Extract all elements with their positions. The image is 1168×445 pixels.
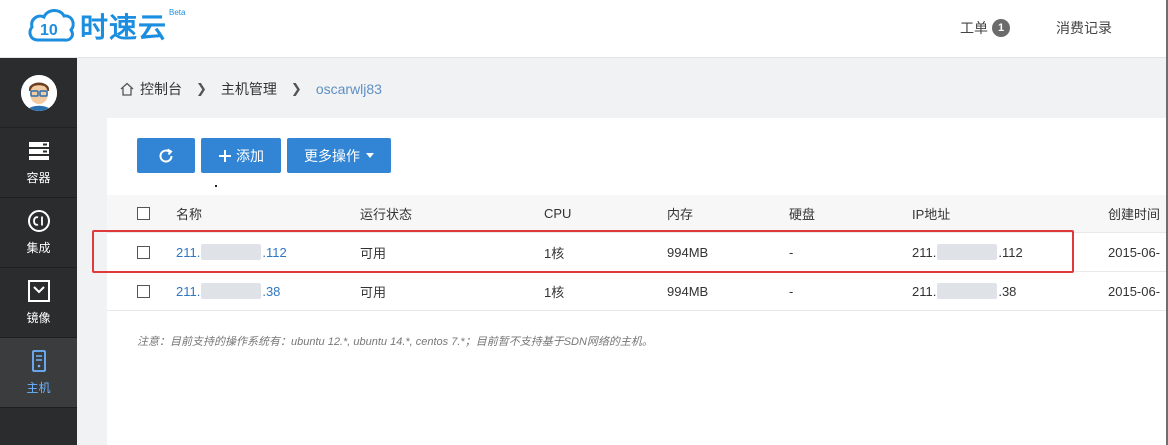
redacted-mask — [937, 244, 998, 260]
host-name-prefix: 211. — [176, 283, 201, 299]
host-created: 2015-06- — [1108, 244, 1161, 260]
host-created: 2015-06- — [1108, 283, 1161, 299]
sidebar-item-label: 主机 — [26, 381, 51, 395]
select-all-checkbox[interactable] — [137, 207, 150, 220]
host-memory: 994MB — [667, 283, 709, 299]
column-header-disk[interactable]: 硬盘 — [789, 195, 815, 232]
toolbar: 添加 更多操作 — [137, 138, 397, 173]
caret-down-icon — [366, 153, 374, 158]
host-icon — [27, 349, 51, 373]
tickets-label: 工单 — [960, 20, 988, 36]
home-icon — [120, 82, 134, 96]
more-actions-label: 更多操作 — [304, 147, 360, 164]
refresh-icon — [159, 148, 173, 163]
column-header-name[interactable]: 名称 — [176, 195, 202, 232]
table-row[interactable]: 211. .38 可用 1核 994MB - 211. .38 2015-06- — [107, 272, 1166, 311]
table-header: 名称 运行状态 CPU 内存 硬盘 IP地址 创建时间 — [107, 195, 1166, 233]
host-status: 可用 — [360, 284, 387, 300]
user-avatar-icon — [20, 74, 57, 111]
host-list-panel: 添加 更多操作 名称 运行状态 CPU 内存 硬盘 IP地址 创建时间 211.… — [107, 118, 1166, 445]
add-host-label: 添加 — [236, 147, 264, 164]
column-header-created[interactable]: 创建时间 — [1108, 195, 1160, 232]
host-table: 名称 运行状态 CPU 内存 硬盘 IP地址 创建时间 211. .112 可用 … — [107, 195, 1166, 311]
top-bar: 10 时速云 Beta 工单 1 消费记录 — [0, 0, 1168, 58]
host-status: 可用 — [360, 245, 387, 261]
billing-link[interactable]: 消费记录 — [1056, 18, 1112, 38]
more-actions-dropdown[interactable]: 更多操作 — [287, 138, 391, 173]
plus-icon — [219, 149, 231, 162]
cloud-logo-icon: 10 — [28, 9, 75, 42]
host-name-suffix: .38 — [262, 283, 281, 299]
host-ip: 211. .112 — [912, 233, 1023, 271]
logo-mark: 10 — [40, 22, 58, 39]
avatar-area — [0, 58, 77, 128]
tickets-link[interactable]: 工单 1 — [960, 18, 1010, 38]
host-ip-suffix: .112 — [998, 244, 1023, 260]
image-box-icon — [27, 279, 51, 303]
breadcrumb: 控制台 ❯ 主机管理 ❯ oscarwlj83 — [120, 79, 382, 99]
sidebar-item-label: 容器 — [26, 171, 51, 185]
avatar[interactable] — [20, 74, 57, 111]
host-ip-suffix: .38 — [998, 283, 1017, 299]
row-checkbox[interactable] — [137, 245, 150, 259]
sidebar-item-ci[interactable]: 集成 — [0, 198, 77, 268]
sidebar-item-hosts[interactable]: 主机 — [0, 338, 77, 408]
sidebar-item-images[interactable]: 镜像 — [0, 268, 77, 338]
sidebar: 容器 集成 镜像 主机 — [0, 58, 77, 445]
host-ip-prefix: 211. — [912, 283, 937, 299]
tickets-count-badge: 1 — [992, 19, 1010, 37]
chevron-right-icon: ❯ — [196, 81, 207, 96]
column-header-memory[interactable]: 内存 — [667, 195, 693, 232]
os-support-note: 注意：目前支持的操作系统有：ubuntu 12.*, ubuntu 14.*, … — [137, 336, 653, 348]
add-host-button[interactable]: 添加 — [201, 138, 281, 173]
brand-name: 时速云 — [80, 12, 168, 43]
stray-dot — [215, 185, 217, 187]
redacted-mask — [201, 244, 262, 260]
column-header-status[interactable]: 运行状态 — [360, 195, 412, 232]
host-ip: 211. .38 — [912, 272, 1016, 310]
sidebar-item-label: 镜像 — [26, 311, 51, 325]
breadcrumb-host-management[interactable]: 主机管理 — [221, 79, 277, 99]
host-disk: - — [789, 244, 794, 260]
host-memory: 994MB — [667, 244, 709, 260]
server-stack-icon — [27, 139, 51, 163]
chevron-right-icon: ❯ — [290, 81, 302, 96]
host-name-suffix: .112 — [262, 244, 287, 260]
sidebar-item-containers[interactable]: 容器 — [0, 128, 77, 198]
host-name-link[interactable]: 211. .112 — [176, 233, 287, 271]
breadcrumb-console[interactable]: 控制台 — [140, 79, 182, 99]
breadcrumb-current[interactable]: oscarwlj83 — [316, 81, 382, 97]
top-nav: 工单 1 消费记录 — [960, 18, 1112, 38]
column-header-cpu[interactable]: CPU — [544, 195, 571, 232]
brand-logo[interactable]: 10 时速云 Beta — [26, 6, 185, 46]
host-ip-prefix: 211. — [912, 244, 937, 260]
row-checkbox[interactable] — [137, 284, 150, 298]
billing-label: 消费记录 — [1056, 20, 1112, 36]
table-row[interactable]: 211. .112 可用 1核 994MB - 211. .112 2015-06- — [107, 233, 1166, 272]
redacted-mask — [937, 283, 998, 299]
host-name-link[interactable]: 211. .38 — [176, 272, 280, 310]
host-cpu: 1核 — [544, 245, 565, 261]
redacted-mask — [201, 283, 262, 299]
host-cpu: 1核 — [544, 284, 565, 300]
host-name-prefix: 211. — [176, 244, 201, 260]
host-disk: - — [789, 283, 794, 299]
sidebar-item-label: 集成 — [26, 241, 51, 255]
beta-badge: Beta — [169, 7, 186, 17]
refresh-button[interactable] — [137, 138, 195, 173]
ci-icon — [27, 209, 51, 233]
column-header-ip[interactable]: IP地址 — [912, 195, 950, 232]
